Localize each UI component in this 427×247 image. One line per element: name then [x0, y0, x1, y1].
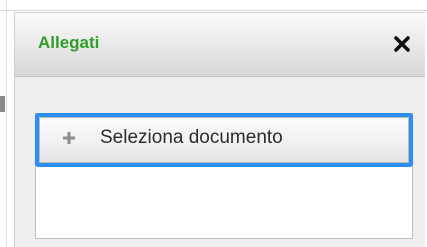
background-divider — [0, 10, 427, 11]
page: Allegati Seleziona documento — [0, 0, 427, 247]
attachments-dialog: Allegati Seleziona documento — [14, 12, 425, 247]
dialog-title: Allegati — [38, 33, 100, 52]
plus-icon — [62, 131, 76, 145]
select-document-label: Seleziona documento — [100, 127, 283, 148]
close-icon[interactable] — [393, 35, 411, 53]
select-document-button[interactable]: Seleziona documento — [35, 113, 413, 167]
background-divider-vertical — [6, 0, 7, 247]
select-document-button-face[interactable]: Seleziona documento — [39, 117, 409, 163]
background-marker — [0, 96, 5, 112]
dialog-header: Allegati — [15, 13, 425, 77]
